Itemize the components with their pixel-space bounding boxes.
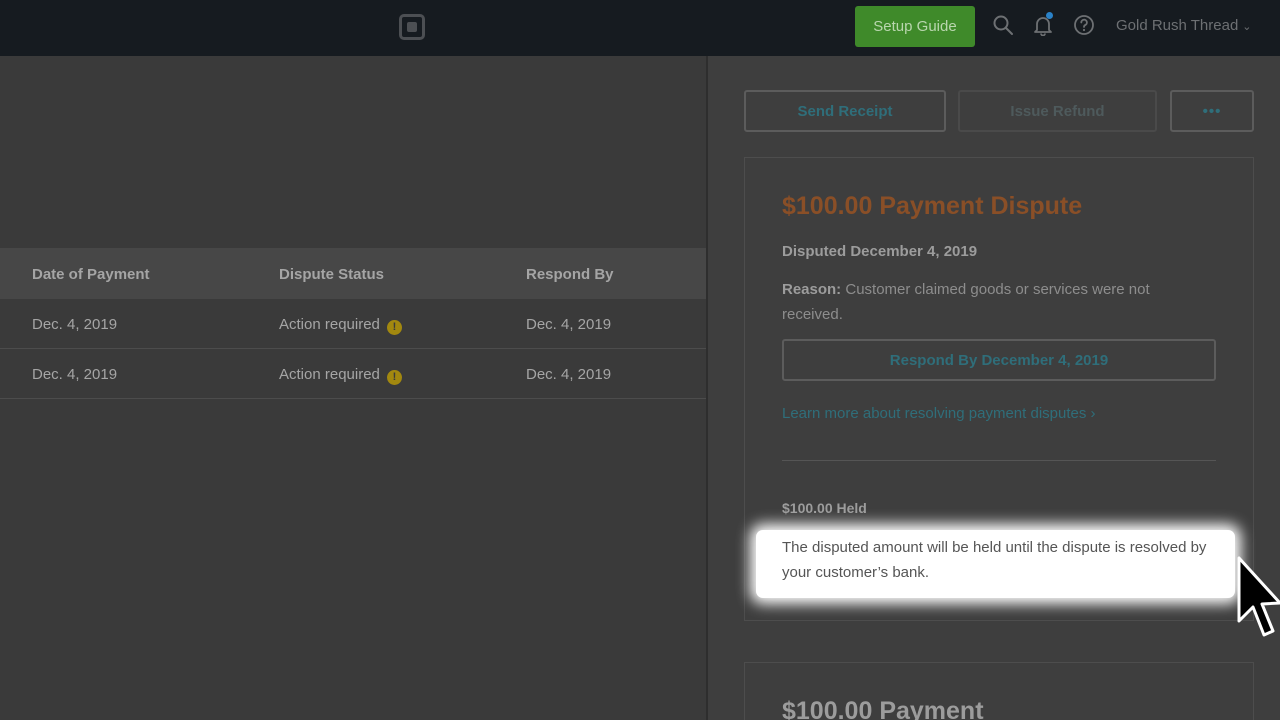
notifications-bell-icon[interactable] xyxy=(1032,12,1054,36)
warning-icon: ! xyxy=(386,370,402,385)
held-description: The disputed amount will be held until t… xyxy=(782,539,1207,581)
square-logo-icon[interactable] xyxy=(399,14,425,40)
row-date: Dec. 4, 2019 xyxy=(32,316,118,333)
respond-by-button[interactable]: Respond By December 4, 2019 xyxy=(782,339,1216,381)
row-status: Action required! xyxy=(279,366,402,385)
warning-icon: ! xyxy=(386,320,402,335)
dispute-reason: Reason: Customer claimed goods or servic… xyxy=(782,281,1150,323)
send-receipt-button[interactable]: Send Receipt xyxy=(744,90,946,132)
setup-guide-button[interactable]: Setup Guide xyxy=(855,6,975,47)
help-icon[interactable] xyxy=(1073,14,1095,36)
row-status: Action required! xyxy=(279,316,402,335)
column-header-date[interactable]: Date of Payment xyxy=(32,266,150,283)
learn-more-link[interactable]: Learn more about resolving payment dispu… xyxy=(782,405,1096,422)
column-header-respond-by[interactable]: Respond By xyxy=(526,266,614,283)
column-header-status[interactable]: Dispute Status xyxy=(279,266,384,283)
issue-refund-button[interactable]: Issue Refund xyxy=(958,90,1157,132)
disputes-list: Date of Payment Dispute Status Respond B… xyxy=(0,56,706,720)
table-row[interactable]: Dec. 4, 2019 Action required! Dec. 4, 20… xyxy=(0,349,706,399)
notification-badge xyxy=(1046,12,1053,19)
divider xyxy=(782,460,1216,461)
mouse-pointer-icon xyxy=(1236,555,1280,653)
row-date: Dec. 4, 2019 xyxy=(32,366,118,383)
row-respond-by: Dec. 4, 2019 xyxy=(526,316,612,333)
payment-title: $100.00 Payment xyxy=(782,697,984,720)
account-menu[interactable]: Gold Rush Thread ⌄ xyxy=(1116,17,1252,34)
held-amount: $100.00 Held xyxy=(782,500,867,516)
account-name: Gold Rush Thread xyxy=(1116,17,1239,34)
table-header: Date of Payment Dispute Status Respond B… xyxy=(0,248,706,299)
dispute-title: $100.00 Payment Dispute xyxy=(782,192,1083,220)
search-icon[interactable] xyxy=(992,14,1014,36)
table-row[interactable]: Dec. 4, 2019 Action required! Dec. 4, 20… xyxy=(0,299,706,349)
more-options-button[interactable]: ••• xyxy=(1170,90,1254,132)
disputed-date: Disputed December 4, 2019 xyxy=(782,243,978,260)
top-bar: Setup Guide Gold Rush Thread ⌄ xyxy=(0,0,1280,56)
chevron-down-icon: ⌄ xyxy=(1242,21,1252,33)
chevron-right-icon: › xyxy=(1086,405,1096,422)
row-respond-by: Dec. 4, 2019 xyxy=(526,366,612,383)
